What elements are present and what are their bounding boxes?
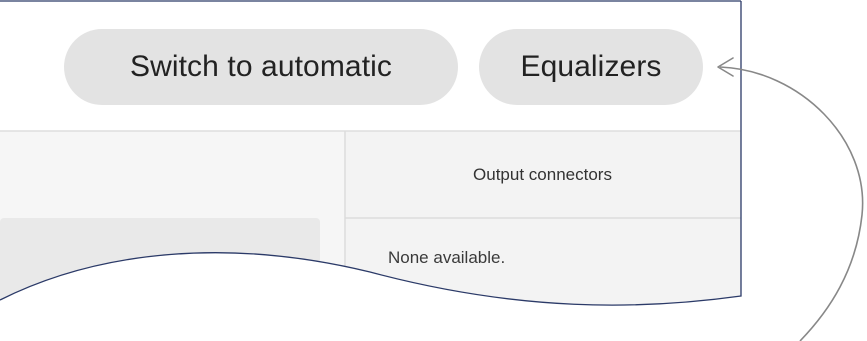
callout-arrow-icon — [717, 57, 864, 341]
screenshot-stage: Switch to automatic Equalizers Output co… — [0, 0, 867, 341]
